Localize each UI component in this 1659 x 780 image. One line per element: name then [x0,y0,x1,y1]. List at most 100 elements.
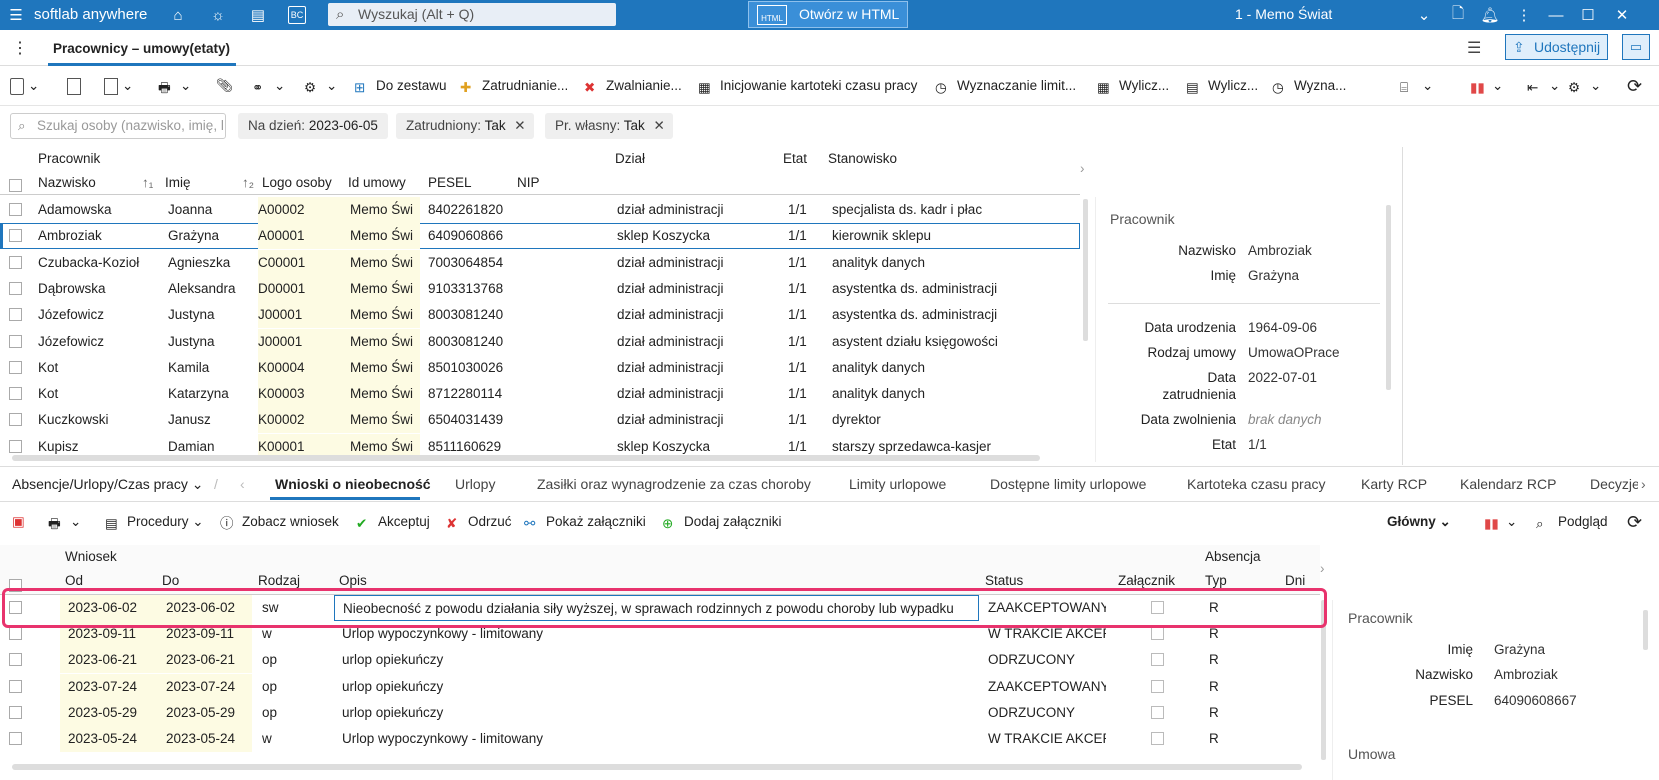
sort-asc-2-icon[interactable]: ↑₂ [242,175,254,190]
settings-button[interactable]: ⚙ ⌄ [1568,75,1601,97]
document-settings-button[interactable]: ⚙ ⌄ [304,75,337,97]
attachment-icon[interactable]: 📎︎ [216,75,233,97]
accept-button[interactable]: ✔ Akceptuj [356,511,430,533]
row-checkbox[interactable] [9,334,22,348]
new-document-button[interactable]: ⌄ [10,75,39,97]
open-html-button[interactable]: HTML Otwórz w HTML [748,1,908,28]
col-days[interactable]: Dni [1285,573,1305,588]
chevron-right-icon[interactable]: › [1641,476,1646,492]
table-row[interactable]: Ambroziak Grażyna A00001 Memo Świ 6409060866… [0,223,1080,250]
chevron-down-icon[interactable]: ⌄ [1414,5,1434,25]
workflow-button[interactable]: ⌸ ⌄ [1400,75,1433,97]
table-row[interactable]: Czubacka-Kozioł Agnieszka C00001 Memo Świ 70… [0,249,1080,276]
reject-button[interactable]: ✘ Odrzuć [446,511,512,533]
attachment-checkbox[interactable] [1151,627,1164,641]
col-to[interactable]: Do [162,573,179,588]
vertical-scrollbar[interactable] [1321,600,1326,760]
bc-icon[interactable]: BC [288,6,306,24]
minimize-icon[interactable]: — [1546,5,1566,25]
table-row[interactable]: Adamowska Joanna A00002 Memo Świ 8402261820 d… [0,197,1080,223]
show-attachments-button[interactable]: ⚯ Pokaż załączniki [524,511,646,533]
init-card-button[interactable]: ▦ Inicjowanie kartoteki czasu pracy [698,75,917,97]
col-name[interactable]: Imię [165,175,191,190]
refresh-icon[interactable]: ⟳ [1627,511,1642,533]
hamburger-menu-icon[interactable]: ☰ [6,5,26,25]
col-type[interactable]: Typ [1205,573,1227,588]
col-kind[interactable]: Rodzaj [258,573,300,588]
table-row[interactable]: 2023-05-29 2023-05-29 op urlop opiekuńczy OD… [0,699,1320,726]
col-description[interactable]: Opis [339,573,367,588]
attachment-checkbox[interactable] [1151,705,1164,719]
comment-button[interactable]: ▭ [1622,34,1650,60]
scroll-right-icon[interactable]: › [1320,561,1325,576]
col-position[interactable]: Stanowisko [828,151,897,166]
document-user-icon[interactable]: 🗋 [1448,5,1468,25]
info-document-button[interactable]: ⌄ [104,75,133,97]
calc3-button[interactable]: ◷ Wyzna... [1272,75,1346,97]
chart-button[interactable]: ▮▮ ⌄ [1470,75,1503,97]
attachment-checkbox[interactable] [1151,679,1164,693]
tab-leave-limits[interactable]: Limity urlopowe [849,476,946,492]
refresh-icon[interactable]: ⟳ [1627,75,1642,97]
tab-absence-requests[interactable]: Wnioski o nieobecność [275,476,431,492]
bell-icon[interactable]: 🔔︎ [1480,5,1500,25]
row-checkbox[interactable] [9,679,22,693]
col-attachment[interactable]: Załącznik [1118,573,1175,588]
table-row[interactable]: Kot Kamila K00004 Memo Świ 8501030026 dział a… [0,354,1080,381]
table-row[interactable]: 2023-06-02 2023-06-02 sw Nieobecność z powo… [0,595,1320,621]
attachment-checkbox[interactable] [1151,601,1164,614]
row-checkbox[interactable] [9,439,22,453]
col-etat[interactable]: Etat [783,151,807,166]
relations-button[interactable]: ⚭ ⌄ [252,75,285,97]
chevron-left-icon[interactable]: ‹ [240,476,245,492]
scroll-right-icon[interactable]: › [1080,161,1085,176]
tab-rcp-calendar[interactable]: Kalendarz RCP [1460,476,1557,492]
close-icon[interactable]: ✕ [514,113,525,139]
maximize-icon[interactable]: ☐ [1578,5,1598,25]
tab-time-card[interactable]: Kartoteka czasu pracy [1187,476,1326,492]
attachment-checkbox[interactable] [1151,653,1164,667]
date-filter-chip[interactable]: Na dzień: 2023-06-05 [238,113,388,139]
sort-asc-1-icon[interactable]: ↑₁ [142,175,153,190]
share-button[interactable]: ⇪ Udostępnij [1505,34,1608,60]
preview-button[interactable]: ⌕ Podgląd [1536,511,1608,533]
tab-rcp-cards[interactable]: Karty RCP [1361,476,1427,492]
export-button[interactable]: ⇤ ⌄ [1527,75,1560,97]
calc1-button[interactable]: ▦ Wylicz... [1097,75,1169,97]
select-all-checkbox[interactable] [9,579,22,592]
tab-sickness-benefits[interactable]: Zasiłki oraz wynagrodzenie za czas choro… [537,476,811,492]
tree-view-icon[interactable]: ☰ [1467,38,1481,58]
view-request-button[interactable]: ⓘ Zobacz wniosek [220,511,339,533]
sun-icon[interactable]: ☼ [208,5,228,25]
employed-filter-chip[interactable]: Zatrudniony: Tak ✕ [396,113,534,139]
table-row[interactable]: Dąbrowska Aleksandra D00001 Memo Świ 9103313… [0,275,1080,302]
table-row[interactable]: 2023-05-24 2023-05-24 w Urlop wypoczynkowy … [0,726,1320,752]
row-checkbox[interactable] [9,413,22,427]
attachment-checkbox[interactable] [1151,732,1164,745]
row-checkbox[interactable] [9,255,22,269]
row-checkbox[interactable] [9,627,22,641]
to-set-button[interactable]: ⊞ Do zestawu [354,75,447,97]
row-checkbox[interactable] [9,601,22,614]
col-logo[interactable]: Logo osoby [262,175,332,190]
table-row[interactable]: Kuczkowski Janusz K00002 Memo Świ 6504031439… [0,407,1080,434]
table-row[interactable]: Józefowicz Justyna J00001 Memo Świ 800308124… [0,328,1080,355]
row-checkbox[interactable] [9,387,22,401]
limits-button[interactable]: ◷ Wyznaczanie limit... [935,75,1076,97]
horizontal-scrollbar[interactable] [12,764,1302,770]
dismiss-button[interactable]: ✖ Zwalnianie... [584,75,682,97]
row-checkbox[interactable] [9,360,22,374]
cell-desc[interactable]: Nieobecność z powodu działania siły wyżs… [334,595,979,621]
tab-decisions[interactable]: Decyzje [1590,476,1638,492]
col-contract-id[interactable]: Id umowy [348,175,406,190]
more-vertical-icon[interactable]: ⋮ [1514,5,1534,25]
col-department[interactable]: Dział [615,151,645,166]
col-from[interactable]: Od [65,573,83,588]
col-status[interactable]: Status [985,573,1023,588]
absence-group-dropdown[interactable]: Absencje/Urlopy/Czas pracy ⌄ [12,476,203,493]
home-icon[interactable]: ⌂ [168,5,188,25]
select-all-checkbox[interactable] [9,179,22,192]
detail-scrollbar[interactable] [1386,205,1391,390]
table-row[interactable]: 2023-09-11 2023-09-11 w Urlop wypoczynkowy … [0,621,1320,648]
col-nip[interactable]: NIP [517,175,540,190]
